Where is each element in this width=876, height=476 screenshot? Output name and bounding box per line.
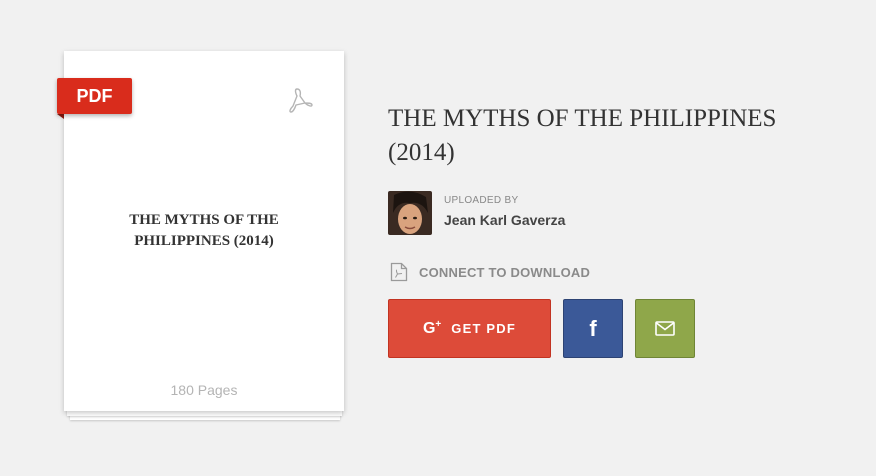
facebook-icon: f: [589, 315, 597, 341]
pdf-badge-fold: [57, 114, 64, 119]
avatar[interactable]: [388, 191, 432, 235]
avatar-image: [388, 191, 432, 235]
facebook-button[interactable]: f: [563, 299, 623, 358]
card-title: THE MYTHS OF THE PHILIPPINES (2014): [64, 210, 344, 252]
google-get-pdf-button[interactable]: G+ GET PDF: [388, 299, 551, 358]
page-count: 180 Pages: [170, 382, 238, 398]
pdf-file-icon: [390, 262, 408, 282]
card-title-line: PHILIPPINES (2014): [134, 233, 274, 249]
pdf-badge: PDF: [57, 78, 132, 114]
connect-to-download: CONNECT TO DOWNLOAD: [390, 262, 590, 282]
uploaded-by-label: UPLOADED BY: [444, 195, 519, 206]
card-title-line: THE MYTHS OF THE: [129, 212, 279, 228]
email-button[interactable]: [635, 299, 695, 358]
connect-to-download-label: CONNECT TO DOWNLOAD: [419, 264, 591, 280]
google-get-pdf-label: GET PDF: [451, 321, 517, 336]
page-title: THE MYTHS OF THE PHILIPPINES (2014): [388, 105, 777, 166]
google-plus-icon: G+: [422, 319, 442, 337]
uploader-name[interactable]: Jean Karl Gaverza: [444, 212, 565, 228]
acrobat-icon: [289, 88, 313, 113]
envelope-icon: [655, 321, 675, 336]
